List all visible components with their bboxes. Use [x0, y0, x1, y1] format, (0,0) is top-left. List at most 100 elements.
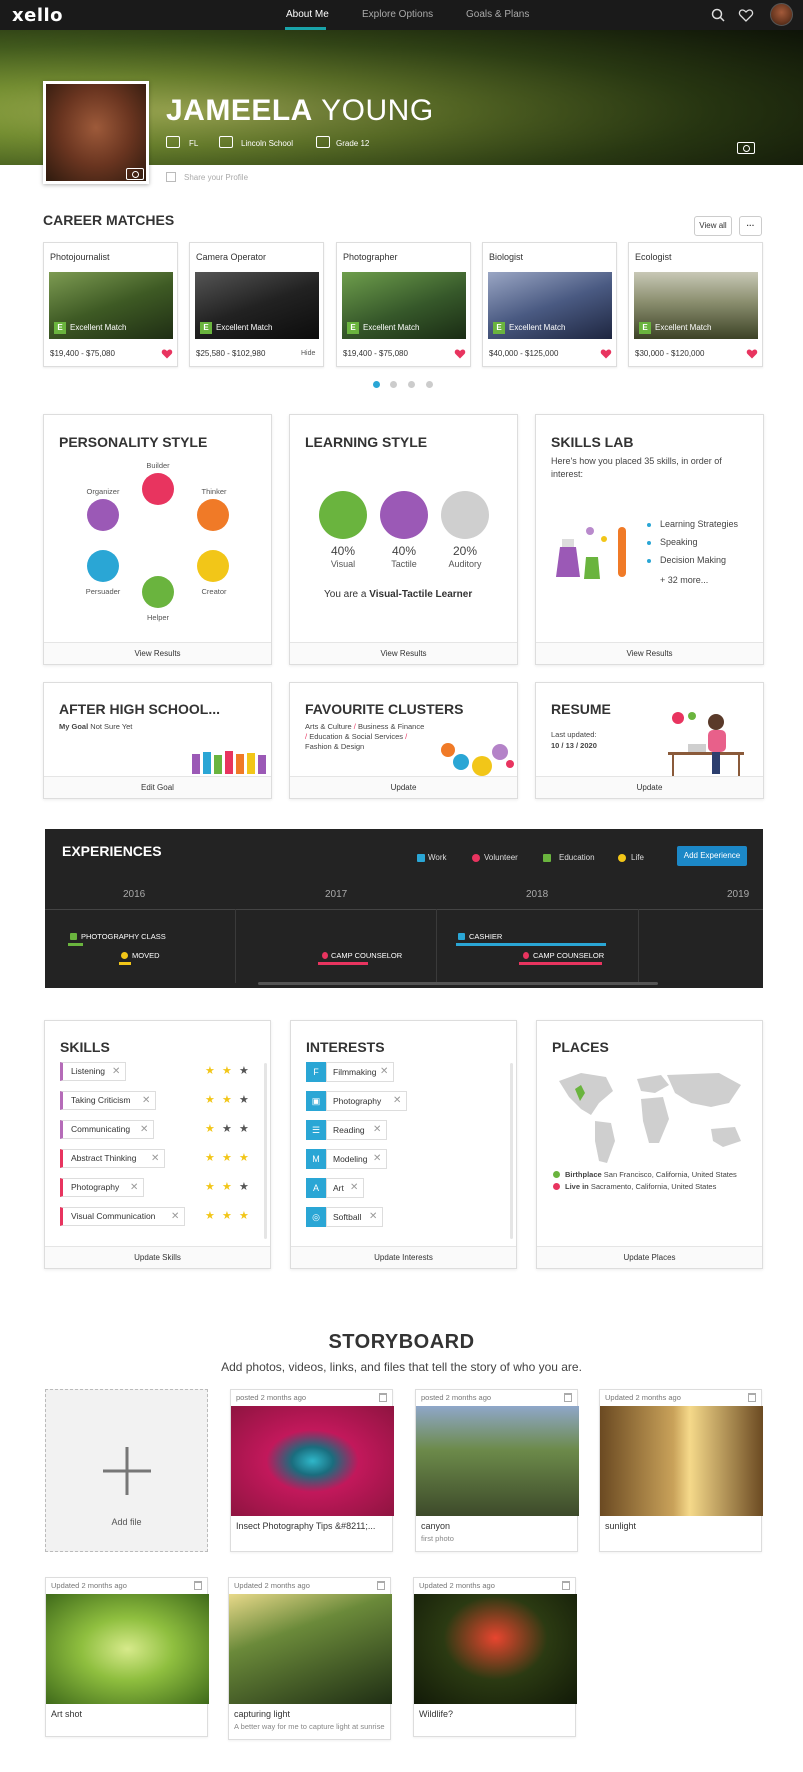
learning-style-card[interactable]: LEARNING STYLE 40% Visual 40% Tactile 20… — [289, 414, 518, 665]
interest-chip[interactable]: Reading ✕ — [326, 1120, 387, 1140]
experience-photography-class[interactable]: PHOTOGRAPHY CLASS — [81, 932, 166, 941]
user-avatar[interactable] — [770, 3, 793, 26]
update-places-link[interactable]: Update Places — [537, 1246, 762, 1268]
favorite-heart-icon[interactable] — [454, 348, 466, 359]
interest-chip[interactable]: Photography ✕ — [326, 1091, 407, 1111]
remove-icon[interactable]: ✕ — [380, 1063, 388, 1081]
career-card-camera-operator[interactable]: Camera Operator E Excellent Match $25,58… — [189, 242, 324, 367]
star-icon[interactable]: ★ — [222, 1153, 232, 1164]
star-icon[interactable]: ★ — [222, 1124, 232, 1135]
interest-chip[interactable]: Art ✕ — [326, 1178, 364, 1198]
update-skills-link[interactable]: Update Skills — [45, 1246, 270, 1268]
star-icon[interactable]: ★ — [239, 1211, 249, 1222]
tab-goals-plans[interactable]: Goals & Plans — [466, 9, 529, 20]
remove-icon[interactable]: ✕ — [373, 1150, 381, 1168]
remove-icon[interactable]: ✕ — [373, 1121, 381, 1139]
career-card-photojournalist[interactable]: Photojournalist E Excellent Match $19,40… — [43, 242, 178, 367]
favourite-clusters-card[interactable]: FAVOURITE CLUSTERS Arts & Culture / Busi… — [289, 682, 518, 799]
carousel-dot[interactable] — [426, 381, 433, 388]
storyboard-image[interactable] — [229, 1594, 392, 1704]
skills-lab-card[interactable]: SKILLS LAB Here's how you placed 35 skil… — [535, 414, 764, 665]
storyboard-card[interactable]: Updated 2 months ago Wildlife? — [413, 1577, 577, 1737]
remove-icon[interactable]: ✕ — [151, 1150, 159, 1167]
tab-about-me[interactable]: About Me — [286, 9, 329, 20]
star-icon[interactable]: ★ — [205, 1211, 215, 1222]
interests-scrollbar[interactable] — [510, 1063, 513, 1239]
storyboard-card[interactable]: posted 2 months ago canyon first photo — [415, 1389, 579, 1552]
skill-lab-more[interactable]: + 32 more... — [660, 575, 708, 585]
update-interests-link[interactable]: Update Interests — [291, 1246, 516, 1268]
storyboard-image[interactable] — [600, 1406, 763, 1516]
remove-icon[interactable]: ✕ — [171, 1208, 179, 1225]
view-results-link[interactable]: View Results — [536, 642, 763, 664]
trash-icon[interactable] — [562, 1581, 570, 1590]
share-profile-link[interactable]: Share your Profile — [184, 173, 248, 182]
star-icon[interactable]: ★ — [239, 1182, 249, 1193]
trash-icon[interactable] — [748, 1393, 756, 1402]
change-banner-icon[interactable] — [737, 142, 755, 154]
view-results-link[interactable]: View Results — [44, 642, 271, 664]
remove-icon[interactable]: ✕ — [142, 1092, 150, 1109]
interest-chip[interactable]: Modeling ✕ — [326, 1149, 387, 1169]
experience-camp-counselor-2018[interactable]: CAMP COUNSELOR — [533, 951, 604, 960]
add-file-button[interactable]: Add file — [45, 1389, 208, 1552]
search-icon[interactable] — [710, 7, 726, 23]
trash-icon[interactable] — [194, 1581, 202, 1590]
experience-cashier[interactable]: CASHIER — [469, 932, 502, 941]
add-experience-button[interactable]: Add Experience — [677, 846, 747, 866]
career-card-photographer[interactable]: Photographer E Excellent Match $19,400 -… — [336, 242, 471, 367]
star-icon[interactable]: ★ — [222, 1095, 232, 1106]
timeline-scrollbar[interactable] — [258, 982, 658, 985]
star-icon[interactable]: ★ — [222, 1066, 232, 1077]
star-icon[interactable]: ★ — [239, 1095, 249, 1106]
tab-explore-options[interactable]: Explore Options — [362, 9, 433, 20]
star-icon[interactable]: ★ — [239, 1066, 249, 1077]
heart-icon[interactable] — [738, 7, 754, 23]
star-icon[interactable]: ★ — [205, 1066, 215, 1077]
update-link[interactable]: Update — [290, 776, 517, 798]
skill-chip[interactable]: Photography ✕ — [60, 1178, 144, 1197]
skills-card[interactable]: SKILLS Listening ✕ ★ ★ ★ Taking Criticism ✕ ★ ★ ★… — [44, 1020, 271, 1269]
storyboard-card[interactable]: Updated 2 months ago Art shot — [45, 1577, 209, 1737]
xello-logo[interactable]: xello — [12, 5, 63, 26]
skill-chip[interactable]: Taking Criticism ✕ — [60, 1091, 156, 1110]
favorite-heart-icon[interactable] — [161, 348, 173, 359]
view-results-link[interactable]: View Results — [290, 642, 517, 664]
storyboard-image[interactable] — [231, 1406, 394, 1516]
resume-card[interactable]: RESUME Last updated: 10 / 13 / 2020 Upda… — [535, 682, 764, 799]
trash-icon[interactable] — [377, 1581, 385, 1590]
storyboard-card[interactable]: posted 2 months ago Insect Photography Ti… — [230, 1389, 394, 1552]
experience-camp-counselor-2017[interactable]: CAMP COUNSELOR — [331, 951, 402, 960]
interest-chip[interactable]: Softball ✕ — [326, 1207, 383, 1227]
storyboard-image[interactable] — [416, 1406, 579, 1516]
share-icon[interactable] — [166, 172, 176, 182]
more-options-button[interactable]: ··· — [739, 216, 762, 236]
star-icon[interactable]: ★ — [222, 1211, 232, 1222]
skill-chip[interactable]: Abstract Thinking ✕ — [60, 1149, 165, 1168]
personality-style-card[interactable]: PERSONALITY STYLE Builder Thinker Creato… — [43, 414, 272, 665]
star-icon[interactable]: ★ — [205, 1182, 215, 1193]
view-all-button[interactable]: View all — [694, 216, 732, 236]
star-icon[interactable]: ★ — [205, 1153, 215, 1164]
remove-icon[interactable]: ✕ — [130, 1179, 138, 1196]
star-icon[interactable]: ★ — [205, 1124, 215, 1135]
experience-moved[interactable]: MOVED — [132, 951, 160, 960]
edit-goal-link[interactable]: Edit Goal — [44, 776, 271, 798]
storyboard-image[interactable] — [46, 1594, 209, 1704]
skill-chip[interactable]: Communicating ✕ — [60, 1120, 154, 1139]
update-link[interactable]: Update — [536, 776, 763, 798]
trash-icon[interactable] — [564, 1393, 572, 1402]
skill-chip[interactable]: Listening ✕ — [60, 1062, 126, 1081]
interest-chip[interactable]: Filmmaking ✕ — [326, 1062, 394, 1082]
star-icon[interactable]: ★ — [205, 1095, 215, 1106]
career-card-biologist[interactable]: Biologist E Excellent Match $40,000 - $1… — [482, 242, 617, 367]
star-icon[interactable]: ★ — [239, 1124, 249, 1135]
carousel-dot[interactable] — [373, 381, 380, 388]
remove-icon[interactable]: ✕ — [140, 1121, 148, 1138]
star-icon[interactable]: ★ — [239, 1153, 249, 1164]
career-card-ecologist[interactable]: Ecologist E Excellent Match $30,000 - $1… — [628, 242, 763, 367]
carousel-dot[interactable] — [390, 381, 397, 388]
skills-scrollbar[interactable] — [264, 1063, 267, 1239]
remove-icon[interactable]: ✕ — [112, 1063, 120, 1080]
places-card[interactable]: PLACES Birthplace San Francisco, Califor… — [536, 1020, 763, 1269]
